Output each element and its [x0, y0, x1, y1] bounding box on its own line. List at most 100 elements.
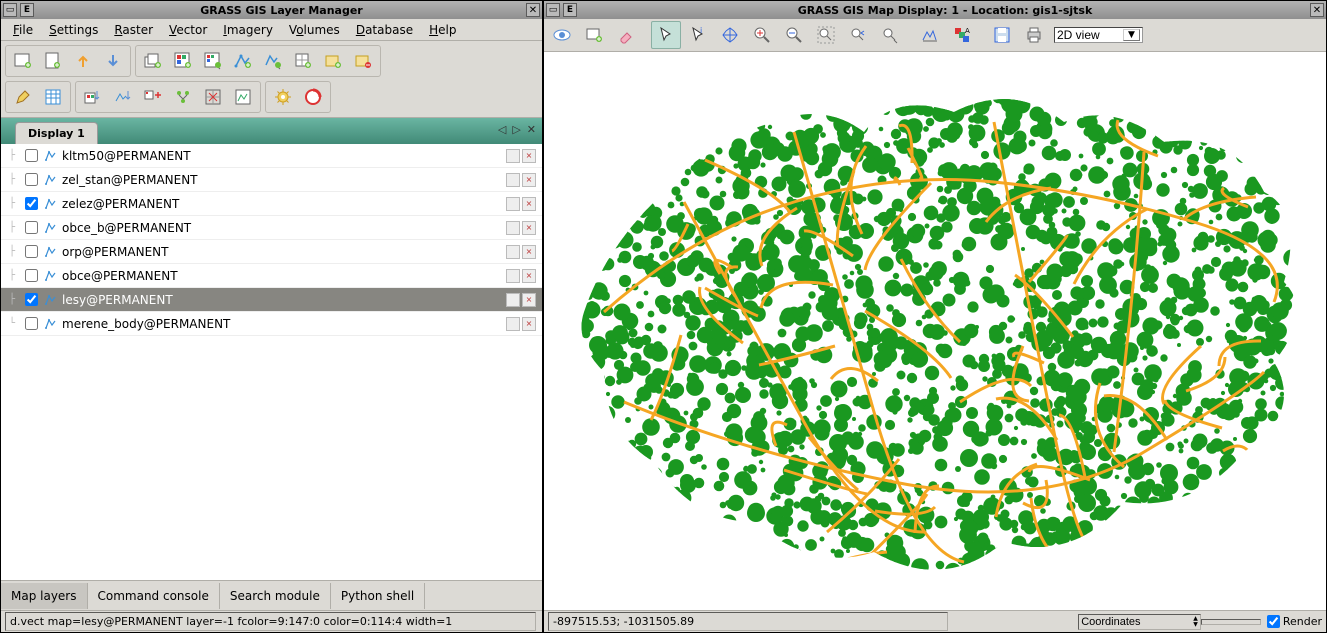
query-button[interactable]: i	[683, 21, 713, 49]
add-raster-misc-button[interactable]	[199, 48, 227, 74]
add-group-button[interactable]	[319, 48, 347, 74]
window-menu-button[interactable]: ▭	[3, 3, 17, 17]
help-button[interactable]	[299, 84, 327, 110]
cartographic-button[interactable]	[229, 84, 257, 110]
add-overlay-button[interactable]	[289, 48, 317, 74]
tab-next-icon[interactable]: ▷	[512, 123, 520, 136]
menu-file[interactable]: File	[5, 21, 41, 39]
layer-action-button[interactable]	[506, 197, 520, 211]
layer-remove-button[interactable]: ×	[522, 173, 536, 187]
layer-action-button[interactable]	[506, 317, 520, 331]
raster-calc-button[interactable]	[139, 84, 167, 110]
pan-button[interactable]	[715, 21, 745, 49]
layer-remove-button[interactable]: ×	[522, 245, 536, 259]
georectify-button[interactable]	[199, 84, 227, 110]
zoom-in-button[interactable]	[747, 21, 777, 49]
render-map-button[interactable]	[547, 21, 577, 49]
menu-volumes[interactable]: Volumes	[281, 21, 348, 39]
zoom-out-button[interactable]	[779, 21, 809, 49]
layer-visibility-checkbox[interactable]	[25, 221, 38, 234]
layer-action-button[interactable]	[506, 221, 520, 235]
import-raster-button[interactable]	[79, 84, 107, 110]
layer-row[interactable]: ├lesy@PERMANENT×	[1, 288, 542, 312]
save-workspace-button[interactable]	[99, 48, 127, 74]
layer-render-button[interactable]	[579, 21, 609, 49]
save-display-button[interactable]	[987, 21, 1017, 49]
close-icon[interactable]: ✕	[1310, 3, 1324, 17]
view-mode-select[interactable]: ▼	[1054, 27, 1143, 43]
status-mode-input[interactable]	[1081, 616, 1191, 628]
import-vector-button[interactable]	[109, 84, 137, 110]
new-workspace-button[interactable]	[39, 48, 67, 74]
add-multi-button[interactable]	[139, 48, 167, 74]
map-canvas[interactable]	[544, 52, 1326, 610]
status-mode-select[interactable]: ▲▼	[1078, 614, 1201, 630]
layer-action-button[interactable]	[506, 245, 520, 259]
zoom-last-button[interactable]	[843, 21, 873, 49]
add-vector-button[interactable]	[229, 48, 257, 74]
settings-button[interactable]	[269, 84, 297, 110]
analyze-button[interactable]	[915, 21, 945, 49]
layer-row[interactable]: ├obce_b@PERMANENT×	[1, 216, 542, 240]
edit-vector-button[interactable]	[9, 84, 37, 110]
display-tab[interactable]: Display 1	[15, 122, 98, 144]
layer-row[interactable]: └merene_body@PERMANENT×	[1, 312, 542, 336]
pointer-button[interactable]	[651, 21, 681, 49]
print-button[interactable]	[1019, 21, 1049, 49]
render-checkbox[interactable]: Render	[1267, 615, 1322, 628]
chevron-down-icon[interactable]: ▼	[1193, 622, 1198, 628]
layer-visibility-checkbox[interactable]	[25, 245, 38, 258]
zoom-extent-button[interactable]	[811, 21, 841, 49]
tab-map-layers[interactable]: Map layers	[1, 583, 88, 609]
layer-visibility-checkbox[interactable]	[25, 269, 38, 282]
tab-command-console[interactable]: Command console	[88, 583, 220, 609]
layer-visibility-checkbox[interactable]	[25, 149, 38, 162]
layer-row[interactable]: ├zel_stan@PERMANENT×	[1, 168, 542, 192]
layer-remove-button[interactable]: ×	[522, 269, 536, 283]
layer-row[interactable]: ├obce@PERMANENT×	[1, 264, 542, 288]
layer-remove-button[interactable]: ×	[522, 149, 536, 163]
layer-action-button[interactable]	[506, 269, 520, 283]
layer-remove-button[interactable]: ×	[522, 221, 536, 235]
layer-action-button[interactable]	[506, 149, 520, 163]
close-icon[interactable]: ✕	[526, 3, 540, 17]
layer-action-button[interactable]	[506, 293, 520, 307]
menu-imagery[interactable]: Imagery	[215, 21, 281, 39]
erase-button[interactable]	[611, 21, 641, 49]
zoom-menu-button[interactable]	[875, 21, 905, 49]
window-menu-button[interactable]: ▭	[546, 3, 560, 17]
tab-close-icon[interactable]: ✕	[527, 123, 536, 136]
window-e-button[interactable]: E	[563, 3, 577, 17]
layer-row[interactable]: ├zelez@PERMANENT×	[1, 192, 542, 216]
overlay-button[interactable]: A	[947, 21, 977, 49]
layer-remove-button[interactable]: ×	[522, 197, 536, 211]
layer-visibility-checkbox[interactable]	[25, 317, 38, 330]
layer-status-bar: d.vect map=lesy@PERMANENT layer=-1 fcolo…	[1, 610, 542, 632]
window-e-button[interactable]: E	[20, 3, 34, 17]
attr-table-button[interactable]	[39, 84, 67, 110]
layer-action-button[interactable]	[506, 173, 520, 187]
layer-visibility-checkbox[interactable]	[25, 173, 38, 186]
menu-raster[interactable]: Raster	[106, 21, 161, 39]
layer-visibility-checkbox[interactable]	[25, 197, 38, 210]
layer-row[interactable]: ├kltm50@PERMANENT×	[1, 144, 542, 168]
tab-python-shell[interactable]: Python shell	[331, 583, 425, 609]
add-vector-misc-button[interactable]	[259, 48, 287, 74]
tab-prev-icon[interactable]: ◁	[498, 123, 506, 136]
add-raster-button[interactable]	[169, 48, 197, 74]
menu-database[interactable]: Database	[348, 21, 421, 39]
layer-remove-button[interactable]: ×	[522, 293, 536, 307]
open-workspace-button[interactable]	[69, 48, 97, 74]
view-mode-input[interactable]	[1057, 28, 1123, 42]
layer-visibility-checkbox[interactable]	[25, 293, 38, 306]
menu-help[interactable]: Help	[421, 21, 464, 39]
layer-remove-button[interactable]: ×	[522, 317, 536, 331]
chevron-down-icon[interactable]: ▼	[1123, 29, 1140, 41]
menu-vector[interactable]: Vector	[161, 21, 215, 39]
modeler-button[interactable]	[169, 84, 197, 110]
layer-row[interactable]: ├orp@PERMANENT×	[1, 240, 542, 264]
remove-layer-button[interactable]	[349, 48, 377, 74]
menu-settings[interactable]: Settings	[41, 21, 106, 39]
tab-search-module[interactable]: Search module	[220, 583, 331, 609]
new-display-button[interactable]	[9, 48, 37, 74]
